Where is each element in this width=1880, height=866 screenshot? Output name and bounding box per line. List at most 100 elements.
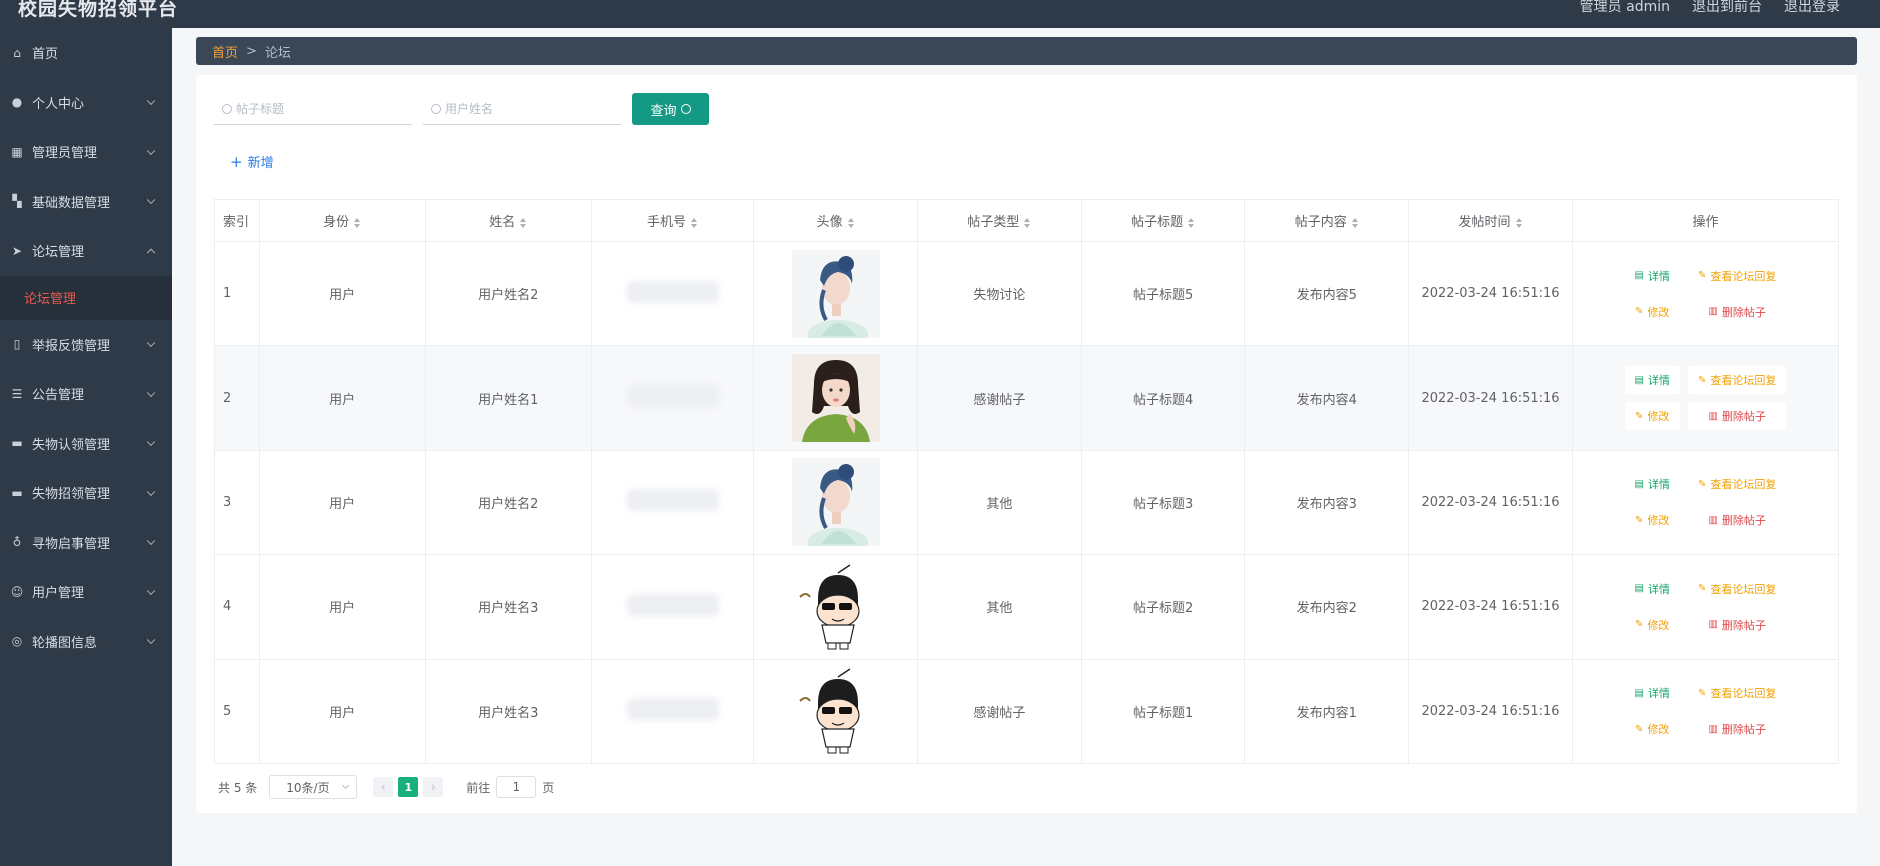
sidebar-item[interactable]: ◎ 轮播图信息 (0, 617, 172, 667)
sidebar-item[interactable]: ☺ 用户管理 (0, 567, 172, 617)
user-search-input[interactable] (445, 101, 605, 116)
detail-label: 详情 (1647, 374, 1670, 388)
sidebar-item[interactable]: ♁ 寻物启事管理 (0, 518, 172, 568)
detail-button[interactable]: ▤ 详情 (1625, 575, 1680, 603)
sort-icon[interactable] (520, 217, 527, 228)
delete-label: 删除帖子 (1721, 723, 1766, 737)
trash-icon: ▥ (1708, 619, 1718, 631)
filter-icon: ☰ (11, 386, 23, 401)
header-role[interactable]: 身份 (258, 199, 426, 242)
pencil-icon: ✎ (1635, 306, 1644, 318)
chevron-down-icon (146, 388, 156, 397)
page-number-button[interactable]: 1 (398, 777, 419, 797)
sidebar-item[interactable]: ▚ 基础数据管理 (0, 177, 172, 227)
sidebar-item[interactable]: ● 个人中心 (0, 78, 172, 128)
sort-icon[interactable] (691, 217, 698, 228)
edit-button[interactable]: ✎ 修改 (1625, 506, 1680, 534)
breadcrumb-home[interactable]: 首页 (212, 42, 238, 61)
prev-page-button[interactable]: ‹ (373, 777, 394, 797)
avatar (791, 458, 880, 547)
delete-button[interactable]: ▥ 删除帖子 (1688, 298, 1786, 326)
edit-label: 修改 (1647, 723, 1670, 737)
sidebar-item[interactable]: ▯ 举报反馈管理 (0, 320, 172, 370)
cell-index: 5 (214, 658, 260, 764)
view-replies-button[interactable]: ✎ 查看论坛回复 (1688, 679, 1786, 707)
header-type[interactable]: 帖子类型 (917, 199, 1082, 242)
header-content[interactable]: 帖子内容 (1244, 199, 1410, 242)
sidebar-item-label: 论坛管理 (32, 245, 85, 261)
header-avatar[interactable]: 头像 (753, 199, 919, 242)
view-replies-button[interactable]: ✎ 查看论坛回复 (1688, 262, 1786, 290)
delete-button[interactable]: ▥ 删除帖子 (1688, 715, 1786, 743)
header-name[interactable]: 姓名 (424, 199, 592, 242)
sidebar: ⌂ 首页 ● 个人中心 ▦ 管理员管理 ▚ 基础数据管理 ➤ 论坛管理 论坛管理 ▯ 举报反馈管理 ☰ 公告… (0, 28, 172, 866)
view-replies-button[interactable]: ✎ 查看论坛回复 (1688, 470, 1786, 498)
sidebar-item[interactable]: ⌂ 首页 (0, 28, 172, 78)
header-index: 索引 (214, 199, 260, 242)
logout-link[interactable]: 退出登录 (1784, 0, 1840, 14)
frontend-link[interactable]: 退出到前台 (1692, 0, 1762, 14)
table-row: 5 用户 用户姓名3 感谢帖子 帖子标题1 发布内容1 2022-03-24 16:51:1… (214, 658, 1840, 764)
cell-index: 4 (214, 554, 260, 660)
header-phone[interactable]: 手机号 (590, 199, 755, 242)
cell-name: 用户姓名2 (424, 449, 592, 556)
sort-icon[interactable] (847, 217, 855, 228)
delete-button[interactable]: ▥ 删除帖子 (1688, 506, 1786, 534)
cell-ops: ▤ 详情 ✎ 查看论坛回复 ✎ 修改 ▥ 删除帖子 (1571, 554, 1840, 660)
delete-button[interactable]: ▥ 删除帖子 (1688, 611, 1786, 639)
sidebar-item[interactable]: ▬ 失物认领管理 (0, 419, 172, 469)
smile-icon: ☺ (10, 584, 24, 599)
goto-page-input[interactable] (496, 776, 537, 798)
sidebar-item[interactable]: ▬ 失物招领管理 (0, 468, 172, 518)
document-icon: ▤ (1634, 374, 1644, 386)
sidebar-subitem-forum[interactable]: 论坛管理 (0, 275, 172, 320)
page-size-select[interactable]: 10条/页 (269, 775, 358, 799)
edit-button[interactable]: ✎ 修改 (1624, 402, 1680, 431)
sort-icon[interactable] (1024, 217, 1031, 228)
pencil-icon: ✎ (1697, 374, 1707, 386)
header-time[interactable]: 发帖时间 (1408, 199, 1573, 242)
compass-icon: ◎ (11, 634, 23, 649)
query-button[interactable]: 查询 (632, 93, 709, 125)
delete-label: 删除帖子 (1721, 514, 1766, 528)
title-search-input[interactable] (236, 101, 396, 116)
sidebar-item[interactable]: ☰ 公告管理 (0, 369, 172, 419)
view-replies-button[interactable]: ✎ 查看论坛回复 (1687, 366, 1787, 395)
detail-button[interactable]: ▤ 详情 (1624, 366, 1680, 395)
cell-ops: ▤ 详情 ✎ 查看论坛回复 ✎ 修改 ▥ 删除帖子 (1571, 240, 1840, 347)
sidebar-item-label: 公告管理 (32, 388, 85, 404)
sort-icon[interactable] (1351, 217, 1359, 228)
view-replies-button[interactable]: ✎ 查看论坛回复 (1688, 575, 1786, 603)
next-page-button[interactable]: › (423, 777, 444, 797)
cell-avatar (753, 345, 919, 451)
phone-icon: ▯ (13, 337, 21, 352)
sidebar-item[interactable]: ▦ 管理员管理 (0, 127, 172, 177)
search-icon (431, 103, 441, 114)
cell-type: 感谢帖子 (917, 345, 1082, 451)
add-button[interactable]: + 新增 (230, 152, 274, 172)
edit-button[interactable]: ✎ 修改 (1625, 611, 1680, 639)
sidebar-item[interactable]: ➤ 论坛管理 (0, 226, 172, 276)
sort-icon[interactable] (1515, 217, 1523, 228)
header-title[interactable]: 帖子标题 (1080, 199, 1246, 242)
detail-button[interactable]: ▤ 详情 (1625, 679, 1680, 707)
document-icon: ▤ (1634, 270, 1644, 282)
chevron-down-icon (146, 195, 156, 205)
sort-icon[interactable] (1188, 217, 1195, 228)
chevron-down-icon (146, 96, 156, 106)
edit-button[interactable]: ✎ 修改 (1625, 715, 1680, 743)
admin-user-link[interactable]: 管理员 admin (1580, 0, 1670, 14)
user-search-field (423, 93, 621, 125)
delete-button[interactable]: ▥ 删除帖子 (1687, 402, 1787, 431)
monitor-icon: ▬ (11, 436, 23, 451)
cell-avatar (753, 658, 919, 764)
pagination: 共 5 条 10条/页 ‹ 1 › 前往 页 (218, 775, 554, 799)
detail-button[interactable]: ▤ 详情 (1625, 262, 1680, 290)
sort-icon[interactable] (354, 217, 361, 228)
search-icon (680, 104, 691, 114)
edit-button[interactable]: ✎ 修改 (1625, 298, 1680, 326)
detail-button[interactable]: ▤ 详情 (1625, 470, 1680, 498)
view-replies-label: 查看论坛回复 (1710, 269, 1777, 283)
header-ops: 操作 (1571, 199, 1840, 242)
goto-prefix: 前往 (466, 780, 491, 795)
